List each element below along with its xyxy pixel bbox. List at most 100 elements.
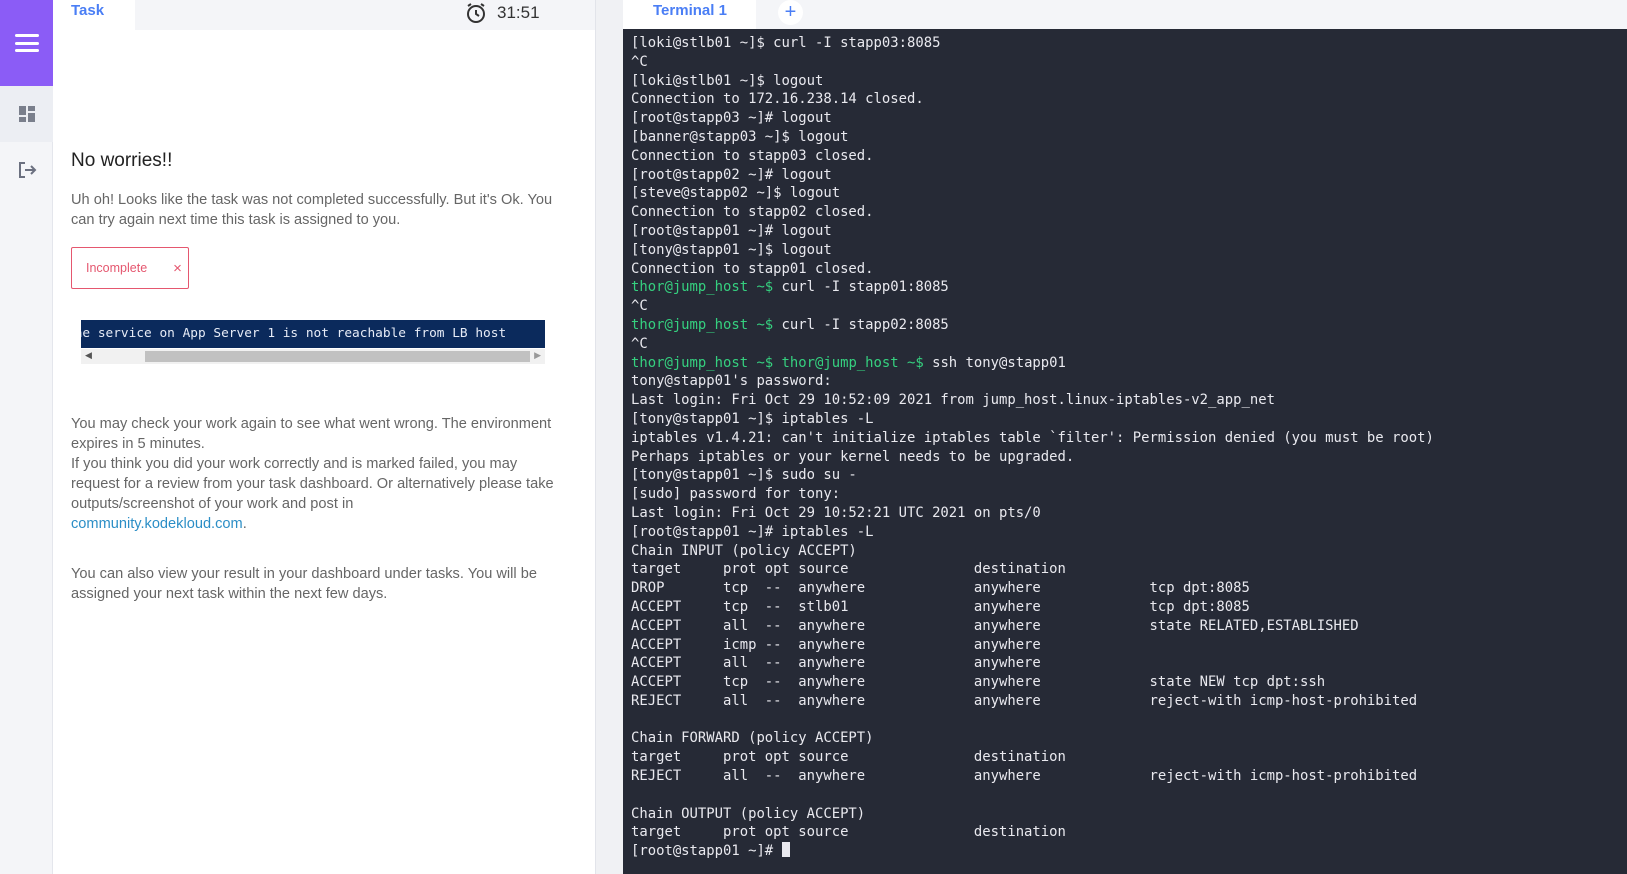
terminal-text: curl -I stapp01:8085: [773, 279, 949, 296]
terminal-line: [root@stapp02 ~]# logout: [631, 166, 1627, 185]
alarm-clock-icon: [467, 3, 485, 23]
terminal-text: [root@stapp02 ~]# logout: [631, 166, 832, 183]
logout-button[interactable]: [0, 142, 53, 198]
terminal-text: [root@stapp03 ~]# logout: [631, 110, 832, 127]
terminal-line: [banner@stapp03 ~]$ logout: [631, 128, 1627, 147]
terminal-line: thor@jump_host ~$ curl -I stapp01:8085: [631, 278, 1627, 297]
terminal-line: [tony@stapp01 ~]$ logout: [631, 241, 1627, 260]
terminal-text: ACCEPT all -- anywhere anywhere: [631, 655, 1041, 672]
scrollbar-thumb[interactable]: [145, 351, 530, 362]
terminal-line: target prot opt source destination: [631, 748, 1627, 767]
terminal-line: ^C: [631, 335, 1627, 354]
terminal-line: [tony@stapp01 ~]$ iptables -L: [631, 410, 1627, 429]
terminal-text: ACCEPT icmp -- anywhere anywhere: [631, 636, 1041, 653]
review-text: If you think you did your work correctly…: [71, 454, 561, 534]
check-again-text: You may check your work again to see wha…: [71, 416, 552, 452]
terminal-line: Last login: Fri Oct 29 10:52:21 UTC 2021…: [631, 504, 1627, 523]
terminal-text: Connection to 172.16.238.14 closed.: [631, 91, 924, 108]
terminal-text: Chain FORWARD (policy ACCEPT): [631, 730, 874, 747]
task-result: No worries!! Uh oh! Looks like the task …: [71, 150, 561, 230]
terminal-output[interactable]: [loki@stlb01 ~]$ curl -I stapp03:8085 ^C […: [623, 29, 1627, 874]
terminal-line: tony@stapp01's password:: [631, 372, 1627, 391]
terminal-line: thor@jump_host ~$ thor@jump_host ~$ ssh …: [631, 354, 1627, 373]
terminal-line: REJECT all -- anywhere anywhere reject-w…: [631, 767, 1627, 786]
status-label: Incomplete: [86, 261, 148, 275]
terminal-text: [root@stapp01 ~]# iptables -L: [631, 523, 874, 540]
dashboard-button[interactable]: [0, 86, 53, 142]
terminal-panel: Terminal 1 + [loki@stlb01 ~]$ curl -I st…: [623, 0, 1627, 874]
scroll-left-icon[interactable]: ◀: [85, 350, 92, 361]
terminal-text: ^C: [631, 53, 648, 70]
terminal-line: Connection to stapp01 closed.: [631, 260, 1627, 279]
terminal-line: [steve@stapp02 ~]$ logout: [631, 184, 1627, 203]
terminal-text: curl -I stapp02:8085: [773, 316, 949, 333]
add-tab-button[interactable]: +: [778, 0, 803, 25]
terminal-line: iptables v1.4.21: can't initialize iptab…: [631, 429, 1627, 448]
terminal-line: ^C: [631, 297, 1627, 316]
terminal-line: Chain OUTPUT (policy ACCEPT): [631, 805, 1627, 824]
terminal-text: Chain INPUT (policy ACCEPT): [631, 542, 857, 559]
timer: 31:51: [465, 0, 540, 26]
terminal-text: Connection to stapp02 closed.: [631, 204, 874, 221]
terminal-line: Connection to 172.16.238.14 closed.: [631, 90, 1627, 109]
horizontal-scrollbar[interactable]: ◀ ▶: [81, 349, 545, 364]
tab-task[interactable]: Task: [53, 0, 135, 30]
terminal-text: REJECT all -- anywhere anywhere reject-w…: [631, 768, 1418, 785]
menu-button[interactable]: [0, 0, 53, 86]
terminal-line: target prot opt source destination: [631, 560, 1627, 579]
terminal-line: ACCEPT tcp -- stlb01 anywhere tcp dpt:80…: [631, 598, 1627, 617]
terminal-text: [tony@stapp01 ~]$ iptables -L: [631, 410, 874, 427]
terminal-text: target prot opt source destination: [631, 749, 1066, 766]
dashboard-text: You can also view your result in your da…: [71, 566, 537, 602]
hamburger-icon: [14, 34, 39, 52]
terminal-text: [steve@stapp02 ~]$ logout: [631, 185, 841, 202]
error-output: The service on App Server 1 is not reach…: [81, 326, 507, 341]
shell-prompt: thor@jump_host ~$: [631, 279, 774, 296]
terminal-text: ^C: [631, 298, 648, 315]
terminal-line: REJECT all -- anywhere anywhere reject-w…: [631, 692, 1627, 711]
terminal-text: [root@stapp01 ~]# logout: [631, 222, 832, 239]
terminal-line: Chain INPUT (policy ACCEPT): [631, 542, 1627, 561]
shell-prompt: thor@jump_host ~$: [773, 354, 924, 371]
task-topbar: Task 31:51: [53, 0, 595, 30]
dashboard-icon: [18, 106, 35, 122]
terminal-line: [root@stapp01 ~]#: [631, 842, 1627, 861]
panel-divider[interactable]: [595, 0, 623, 874]
terminal-line: [loki@stlb01 ~]$ logout: [631, 72, 1627, 91]
terminal-text: [tony@stapp01 ~]$ logout: [631, 241, 832, 258]
follow-up-info: You may check your work again to see wha…: [71, 414, 561, 604]
status-badge: Incomplete ×: [71, 247, 189, 289]
close-icon: ×: [173, 259, 182, 277]
terminal-line: Connection to stapp03 closed.: [631, 147, 1627, 166]
terminal-line: [root@stapp03 ~]# logout: [631, 109, 1627, 128]
tab-terminal-1[interactable]: Terminal 1: [623, 0, 756, 29]
terminal-tabbar: Terminal 1 +: [623, 0, 1627, 29]
terminal-line: [loki@stlb01 ~]$ curl -I stapp03:8085: [631, 34, 1627, 53]
terminal-text: ACCEPT all -- anywhere anywhere state RE…: [631, 617, 1359, 634]
community-link[interactable]: community.kodekloud.com: [71, 516, 243, 532]
terminal-line: [root@stapp01 ~]# iptables -L: [631, 523, 1627, 542]
terminal-text: REJECT all -- anywhere anywhere reject-w…: [631, 692, 1418, 709]
timer-value: 31:51: [497, 3, 540, 22]
logout-icon: [18, 162, 36, 178]
terminal-cursor: [781, 842, 790, 858]
terminal-text: Last login: Fri Oct 29 10:52:09 2021 fro…: [631, 392, 1275, 409]
terminal-text: Last login: Fri Oct 29 10:52:21 UTC 2021…: [631, 504, 1041, 521]
terminal-text: [tony@stapp01 ~]$ sudo su -: [631, 467, 857, 484]
terminal-line: [sudo] password for tony:: [631, 485, 1627, 504]
terminal-text: Perhaps iptables or your kernel needs to…: [631, 448, 1075, 465]
terminal-text: [loki@stlb01 ~]$ logout: [631, 72, 824, 89]
terminal-text: iptables v1.4.21: can't initialize iptab…: [631, 429, 1434, 446]
terminal-text: target prot opt source destination: [631, 824, 1066, 841]
scroll-right-icon[interactable]: ▶: [534, 350, 541, 361]
shell-prompt: thor@jump_host ~$: [631, 354, 774, 371]
terminal-text: [loki@stlb01 ~]$ curl -I stapp03:8085: [631, 35, 941, 51]
terminal-line: Chain FORWARD (policy ACCEPT): [631, 729, 1627, 748]
terminal-line: [root@stapp01 ~]# logout: [631, 222, 1627, 241]
terminal-text: [root@stapp01 ~]#: [631, 843, 782, 860]
terminal-text: [sudo] password for tony:: [631, 486, 841, 503]
terminal-text: [banner@stapp03 ~]$ logout: [631, 128, 849, 145]
result-message: Uh oh! Looks like the task was not compl…: [71, 192, 553, 228]
